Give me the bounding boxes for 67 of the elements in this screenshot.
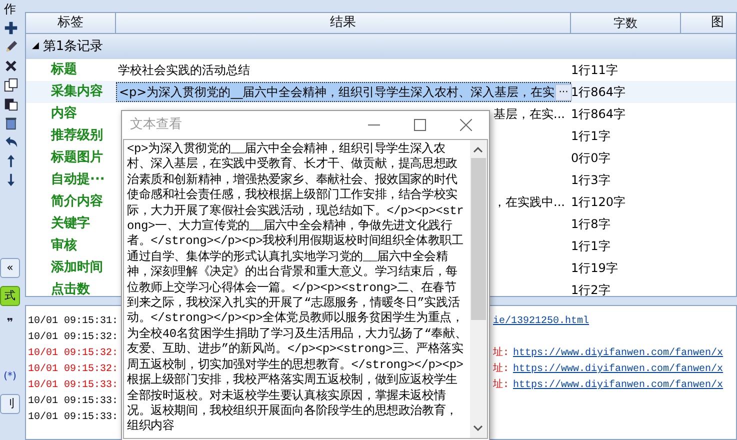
- log-label: 址:: [493, 362, 510, 377]
- plus-icon[interactable]: [4, 21, 18, 35]
- count-cell-text: 1行1字: [571, 238, 612, 255]
- dialog-text: <p>为深入贯彻党的__届六中全会精神，组织引导学生深入农村、深入基层，在实践中受教育、长才干、做贡献，提高思想政治素质和创新精神，增强热爱家乡、奉献社会、报效国家的时代使命感和社会责任感，我校根据上级部门工作安排，结合学校实际，大力开展了寒假社会实践活动，现总结如下。</p><p><strong>一、大力宣传党的__届六中全会精神，争做先进文化践行者。</strong></p><p>我校利用假期返校时间组织全体教职工通过自学、集体学的形式认真扎实地学习党的__届六中全会精神，深刻理解《决定》的出台背景和重大意义。学习结束后，每位教师上交学习心得体会一篇。</p><p><strong>二、在春节到来之际，我校深入扎实的开展了“志愿服务，情暖冬日”实践活动。</strong></p><p>全体党员教师以服务贫困学生为重点，为全校40名贫困学生捐助了学习及生活用品，大力弘扬了“奉献、友爱、互助、进步”的新风尚。</p><p><strong>三、严格落实周五返校制，切实加强对学生的思想教育。</strong></p><p>根据上级部门安排，我校严格落实周五返校制，做到应返校学生全部按时返校。对未返校学生要认真核实原因，掌握未返校情况。返校期间，我校组织开展面向各阶段学生的思想政治教育，组织内容: [126, 141, 468, 436]
- count-cell-text: 1行8字: [571, 216, 612, 233]
- paste-icon[interactable]: [4, 97, 18, 111]
- pencil-icon[interactable]: [4, 40, 18, 54]
- column-header[interactable]: 标签: [26, 13, 116, 33]
- log-link[interactable]: https://www.diyifanwen.com/fanwen/x: [513, 346, 724, 362]
- log-time: 10/01 09:15:31:: [28, 316, 118, 327]
- field-label: 自动提···: [50, 171, 106, 190]
- side-button[interactable]: 式: [0, 286, 20, 306]
- more-button[interactable]: ···: [554, 84, 572, 100]
- field-label: 关键字: [50, 214, 91, 234]
- scroll-down-icon[interactable]: [473, 425, 483, 431]
- log-link[interactable]: https://www.diyifanwen.com/fanwen/x: [513, 362, 724, 378]
- toolbar-title: 作: [4, 2, 16, 16]
- log-link[interactable]: ie/13921250.html: [493, 314, 590, 330]
- field-label: 点击数: [50, 281, 91, 296]
- count-cell-text: 0行0字: [571, 150, 612, 167]
- result-cell[interactable]: <p>为深入贯彻党的__届六中全会精神，组织引导学生深入农村、深入基层，在实 ···: [116, 82, 571, 102]
- trash-icon[interactable]: [4, 116, 18, 130]
- result-cell[interactable]: 学校社会实践的活动总结: [116, 61, 571, 79]
- count-cell-text: 1行120字: [571, 194, 627, 211]
- field-label: 推荐级别: [50, 127, 104, 146]
- scrollbar[interactable]: [470, 140, 487, 438]
- field-label: 标题: [50, 61, 78, 80]
- side-button[interactable]: (*): [0, 368, 20, 386]
- close-icon[interactable]: [460, 119, 472, 131]
- quote-icon[interactable]: ❞: [0, 314, 20, 332]
- log-label: 址:: [493, 346, 510, 361]
- count-cell-text: 1行1字: [571, 128, 612, 145]
- collapse-button[interactable]: «: [0, 258, 20, 278]
- expand-toggle[interactable]: ◢: [32, 40, 39, 54]
- field-label: 内容: [50, 104, 78, 124]
- group-row[interactable]: ◢ 第1条记录: [26, 34, 736, 59]
- log-time: 10/01 09:15:33:: [28, 396, 118, 407]
- column-header[interactable]: 结果: [116, 13, 571, 33]
- log-label: 址:: [493, 378, 510, 393]
- field-label: 简介内容: [50, 192, 104, 212]
- copy-icon[interactable]: [4, 78, 18, 92]
- log-time: 10/01 09:15:32:: [28, 348, 118, 359]
- count-cell-text: 1行864字: [571, 106, 627, 123]
- maximize-icon[interactable]: [414, 119, 426, 131]
- count-cell-text: 1行864字: [571, 84, 627, 101]
- column-header[interactable]: 字数: [571, 13, 681, 33]
- field-label: 添加时间: [50, 259, 104, 278]
- log-link[interactable]: https://www.diyifanwen.com/fanwen/x: [513, 378, 724, 394]
- log-time: 10/01 09:15:32:: [28, 364, 118, 375]
- group-label: 第1条记录: [42, 38, 104, 56]
- scroll-thumb[interactable]: [471, 158, 486, 320]
- scroll-up-icon[interactable]: [473, 147, 483, 153]
- log-time: 10/01 09:15:33:: [28, 380, 118, 391]
- side-button[interactable]: 刂: [0, 394, 20, 414]
- count-cell-text: 1行11字: [571, 62, 619, 79]
- count-cell-text: 1行2字: [571, 282, 612, 296]
- field-label: 采集内容: [50, 82, 104, 102]
- field-label: 审核: [50, 236, 78, 256]
- undo-icon[interactable]: [4, 135, 18, 149]
- dialog-title: 文本查看: [130, 116, 183, 134]
- count-cell-text: 1行3字: [571, 172, 612, 189]
- delete-icon[interactable]: [4, 59, 18, 73]
- log-time: 10/01 09:15:33:: [28, 412, 118, 423]
- field-label: 标题图片: [50, 149, 104, 168]
- count-cell-text: 1行19字: [571, 260, 619, 277]
- log-time: 10/01 09:15:32:: [28, 332, 118, 343]
- column-header[interactable]: 图: [681, 13, 724, 33]
